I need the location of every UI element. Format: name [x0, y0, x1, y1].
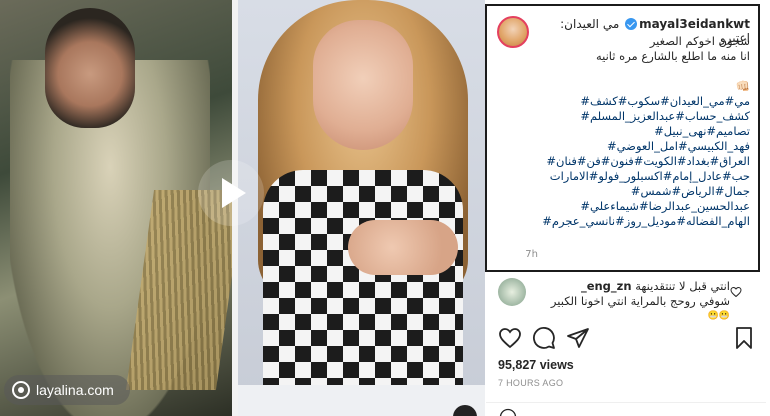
- comment-text: انتي قبل لا تنتقدينهة eng_zn_ شوفي روحج …: [530, 279, 730, 324]
- studio-desk: [238, 385, 485, 416]
- view-count[interactable]: 95,827 views: [498, 358, 574, 372]
- hashtag-line[interactable]: تصاميم#نهى_نبيل#: [535, 124, 750, 139]
- hashtag-line[interactable]: كشف_حساب#عبدالعزيز_المسلم#: [535, 109, 750, 124]
- layalina-logo-icon: [12, 381, 30, 399]
- caption-timestamp: 7h: [525, 249, 538, 260]
- comment-avatar[interactable]: [498, 278, 526, 306]
- presenter-face: [313, 20, 413, 150]
- comment-emoji: 😬😬: [707, 311, 730, 321]
- play-icon: [222, 178, 246, 208]
- avatar[interactable]: [497, 16, 529, 48]
- watermark-text: layalina.com: [36, 382, 114, 398]
- presenter-hand: [348, 220, 458, 275]
- divider: [486, 402, 766, 403]
- comment-item: انتي قبل لا تنتقدينهة eng_zn_ شوفي روحج …: [492, 276, 760, 321]
- hashtag-line[interactable]: الهام_الفضاله#موديل_روز#نانسي_عجرم#: [535, 214, 750, 229]
- comment-username[interactable]: eng_zn_: [581, 279, 632, 293]
- watermark: layalina.com: [4, 375, 130, 405]
- username-link[interactable]: mayal3eidankwt: [639, 17, 750, 31]
- post-time: 7 HOURS AGO: [498, 378, 564, 388]
- emoji-icon[interactable]: [498, 407, 518, 416]
- performer-head: [45, 8, 135, 128]
- action-bar: [492, 326, 760, 354]
- caption-line-3: انا منه ما اطلع بالشارع مره ثانيه: [595, 49, 750, 63]
- hashtag-line[interactable]: مي#مي_العيدان#سكوب#كشف#: [535, 94, 750, 109]
- hashtag-line[interactable]: فهد_الكبيسي#امل_العوضي#: [535, 139, 750, 154]
- comment-like-icon[interactable]: [730, 286, 742, 298]
- hashtag-line[interactable]: عبدالحسين_عبدالرضا#شيماءعلي#: [535, 199, 750, 214]
- caption-line-2: شجون اخوكم الصغير: [649, 34, 750, 48]
- play-button[interactable]: [198, 160, 264, 226]
- post-media[interactable]: layalina.com: [0, 0, 485, 416]
- paper-plane-icon[interactable]: [566, 326, 590, 350]
- hashtag-line[interactable]: جمال#الرياض#شمس#: [535, 184, 750, 199]
- heart-icon[interactable]: [498, 326, 522, 350]
- comment-text-line-1: انتي قبل لا تنتقدينهة: [635, 279, 730, 293]
- caption-box: mayal3eidankwt مي العيدان: اعتبرو شجون ا…: [485, 4, 760, 272]
- bookmark-icon[interactable]: [732, 326, 756, 350]
- hashtag-line[interactable]: حب#عادل_إمام#اكسبلور_فولو#الامارات: [535, 169, 750, 184]
- comment-text-line-2: شوفي روحج بالمراية انتي اخونا الكبير: [550, 294, 730, 308]
- video-frame-left: [0, 0, 245, 416]
- video-frame-right: [238, 0, 485, 416]
- hashtag-line[interactable]: العراق#بغداد#الكويت#فنون#فن#فنان#: [535, 154, 750, 169]
- caption-text: شجون اخوكم الصغير انا منه ما اطلع بالشار…: [535, 34, 750, 229]
- comment-icon[interactable]: [532, 326, 556, 350]
- verified-badge-icon: [625, 18, 638, 30]
- presenter-checkered-dress: [263, 170, 463, 400]
- caption-emoji: 👊🏻: [735, 79, 750, 93]
